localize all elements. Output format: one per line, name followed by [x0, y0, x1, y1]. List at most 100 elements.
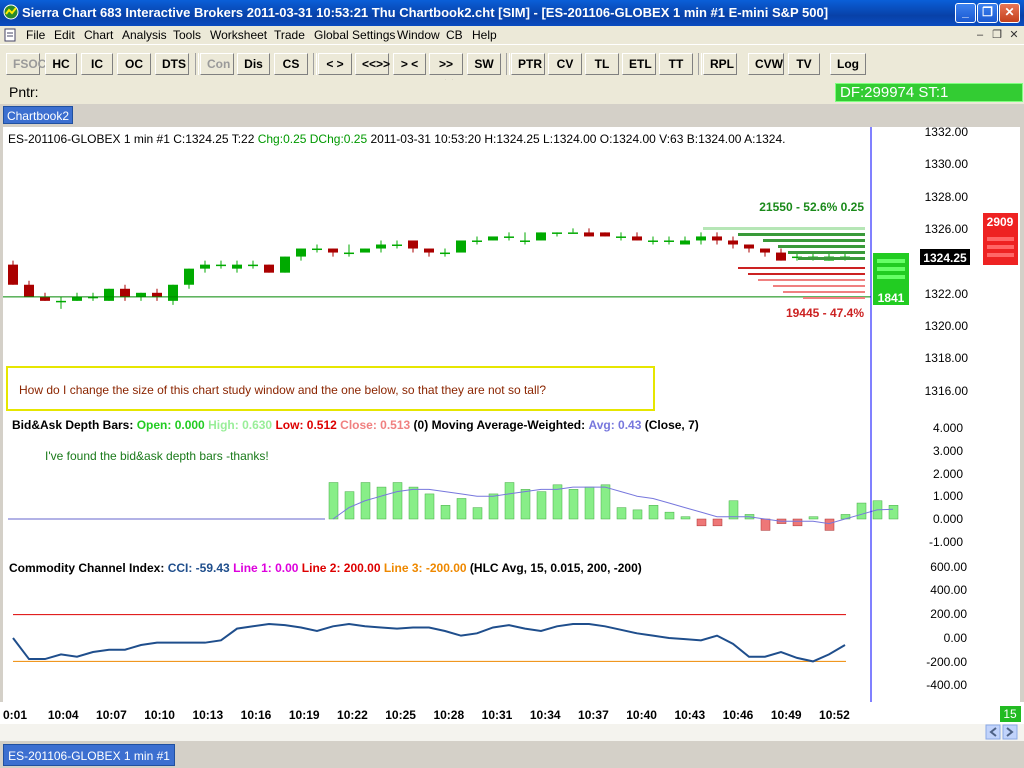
scroll-left-arrow-icon[interactable]: [985, 724, 1001, 740]
candle-body[interactable]: [728, 240, 738, 245]
depth-bar[interactable]: [616, 507, 627, 520]
depth-bar[interactable]: [680, 516, 691, 520]
candle-body[interactable]: [424, 248, 434, 253]
candle-body[interactable]: [344, 252, 354, 255]
menu-cb[interactable]: CB: [446, 28, 463, 42]
ptr-button[interactable]: PTR: [511, 53, 545, 75]
depth-bar[interactable]: [488, 493, 499, 520]
candle-body[interactable]: [264, 264, 274, 273]
candle-body[interactable]: [248, 264, 258, 267]
candle-body[interactable]: [376, 244, 386, 249]
menu-worksheet[interactable]: Worksheet: [210, 28, 267, 42]
mdi-restore-icon[interactable]: ❐: [990, 28, 1004, 42]
depth-bar[interactable]: [328, 482, 339, 520]
depth-bar[interactable]: [536, 491, 547, 520]
ic-button[interactable]: IC: [81, 53, 113, 75]
candle-body[interactable]: [664, 240, 674, 242]
depth-bar[interactable]: [856, 502, 867, 520]
menu-tools[interactable]: Tools: [173, 28, 201, 42]
candle-body[interactable]: [136, 292, 146, 297]
depth-bar[interactable]: [392, 482, 403, 520]
depth-bar[interactable]: [632, 509, 643, 520]
candle-body[interactable]: [776, 252, 786, 261]
depth-bar[interactable]: [424, 493, 435, 520]
candle-body[interactable]: [472, 240, 482, 242]
candle-body[interactable]: [120, 288, 130, 297]
expand-bars-more-button[interactable]: <<>>: [355, 53, 390, 75]
candle-body[interactable]: [648, 240, 658, 242]
candle-body[interactable]: [8, 264, 18, 285]
depth-bar[interactable]: [824, 518, 835, 531]
candle-body[interactable]: [328, 248, 338, 253]
mdi-close-icon[interactable]: ✕: [1007, 28, 1021, 42]
dis-button[interactable]: Dis: [237, 53, 270, 75]
chartbook-tab[interactable]: Chartbook2: [3, 106, 73, 124]
menu-window[interactable]: Window: [397, 28, 440, 42]
menu-help[interactable]: Help: [472, 28, 497, 42]
candle-body[interactable]: [568, 232, 578, 234]
close-button[interactable]: ✕: [999, 3, 1020, 23]
menu-chart[interactable]: Chart: [84, 28, 113, 42]
hc-button[interactable]: HC: [45, 53, 77, 75]
tt-button[interactable]: TT: [659, 53, 693, 75]
menu-analysis[interactable]: Analysis: [122, 28, 167, 42]
depth-bar[interactable]: [760, 518, 771, 531]
depth-bar[interactable]: [600, 484, 611, 520]
expand-bars-button[interactable]: < >: [318, 53, 352, 75]
candle-body[interactable]: [312, 248, 322, 251]
candle-body[interactable]: [296, 248, 306, 257]
depth-bar[interactable]: [792, 518, 803, 527]
candle-body[interactable]: [40, 296, 50, 301]
candle-body[interactable]: [632, 236, 642, 241]
chart-canvas[interactable]: ES-201106-GLOBEX 1 min #1 C:1324.25 T:22…: [3, 127, 1020, 702]
depth-bar[interactable]: [648, 505, 659, 520]
candle-body[interactable]: [56, 300, 66, 303]
candle-body[interactable]: [696, 236, 706, 241]
candle-body[interactable]: [200, 264, 210, 269]
depth-bar[interactable]: [664, 511, 675, 520]
horizontal-scrollbar[interactable]: [0, 724, 1024, 741]
candle-body[interactable]: [104, 288, 114, 301]
scrollbar-svg[interactable]: [0, 724, 1024, 741]
cs-button[interactable]: CS: [274, 53, 308, 75]
depth-bar[interactable]: [376, 486, 387, 520]
minimize-button[interactable]: _: [955, 3, 976, 23]
candle-body[interactable]: [24, 284, 34, 297]
candle-body[interactable]: [232, 264, 242, 269]
candle-body[interactable]: [72, 296, 82, 301]
compress-bars-button[interactable]: > <: [393, 53, 426, 75]
depth-bar[interactable]: [888, 505, 899, 520]
candle-body[interactable]: [440, 252, 450, 255]
depth-bar[interactable]: [344, 491, 355, 520]
maximize-button[interactable]: ❐: [977, 3, 998, 23]
candle-body[interactable]: [280, 256, 290, 273]
depth-bar[interactable]: [440, 505, 451, 520]
rpl-button[interactable]: RPL: [703, 53, 737, 75]
fsoc-button[interactable]: FSOC: [6, 53, 46, 75]
con-button[interactable]: Con: [200, 53, 234, 75]
candle-body[interactable]: [712, 236, 722, 241]
depth-bar[interactable]: [584, 486, 595, 520]
candle-body[interactable]: [600, 232, 610, 237]
candle-body[interactable]: [760, 248, 770, 253]
cv-button[interactable]: CV: [548, 53, 582, 75]
depth-bar[interactable]: [504, 482, 515, 520]
log-button[interactable]: Log: [830, 53, 866, 75]
candle-body[interactable]: [504, 236, 514, 238]
sw-button[interactable]: SW: [467, 53, 501, 75]
depth-bar[interactable]: [408, 486, 419, 520]
menu-trade[interactable]: Trade: [274, 28, 305, 42]
candle-body[interactable]: [168, 284, 178, 301]
candle-body[interactable]: [584, 232, 594, 237]
compress-bars-more-button[interactable]: >><<: [429, 53, 463, 90]
candle-body[interactable]: [408, 240, 418, 249]
menu-edit[interactable]: Edit: [54, 28, 75, 42]
menu-global-settings[interactable]: Global Settings: [314, 28, 395, 42]
depth-bar[interactable]: [696, 518, 707, 527]
candle-body[interactable]: [392, 244, 402, 247]
oc-button[interactable]: OC: [117, 53, 151, 75]
candle-body[interactable]: [536, 232, 546, 241]
depth-bar[interactable]: [808, 516, 819, 520]
title-bar[interactable]: Sierra Chart 683 Interactive Brokers 201…: [0, 0, 1024, 26]
depth-bar[interactable]: [520, 489, 531, 520]
